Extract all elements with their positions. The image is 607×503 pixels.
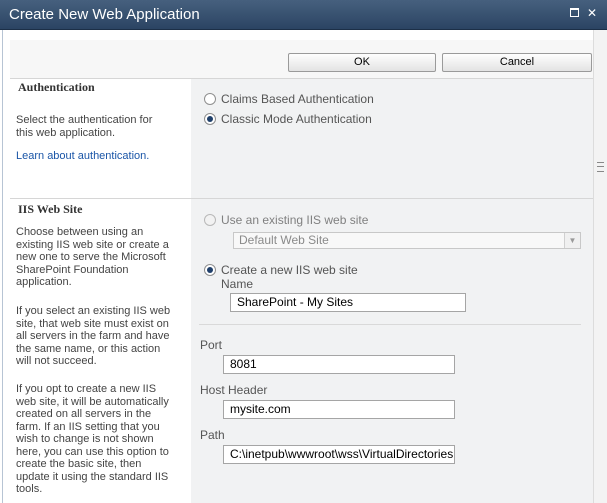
use-existing-site-radio[interactable] (204, 214, 216, 226)
claims-auth-label: Claims Based Authentication (221, 92, 374, 106)
existing-site-value: Default Web Site (239, 233, 329, 247)
learn-auth-link[interactable]: Learn about authentication. (16, 150, 149, 162)
field-separator (199, 324, 581, 325)
maximize-icon (569, 8, 579, 17)
iis-description-3: If you opt to create a new IIS web site,… (16, 383, 169, 495)
scrollbar-grip-icon[interactable] (597, 162, 604, 172)
classic-auth-option[interactable]: Classic Mode Authentication (204, 112, 372, 126)
classic-auth-radio[interactable] (204, 113, 216, 125)
claims-auth-option[interactable]: Claims Based Authentication (204, 92, 374, 106)
host-header-input[interactable]: mysite.com (223, 400, 455, 419)
use-existing-site-option[interactable]: Use an existing IIS web site (204, 213, 368, 227)
create-new-site-option[interactable]: Create a new IIS web site (204, 263, 358, 277)
iis-section-title: IIS Web Site (18, 202, 83, 216)
window-title: Create New Web Application (9, 6, 200, 23)
create-new-site-label: Create a new IIS web site (221, 263, 358, 277)
iis-description-1: Choose between using an existing IIS web… (16, 226, 169, 288)
auth-section-title: Authentication (18, 80, 95, 94)
name-label: Name (221, 277, 254, 291)
maximize-button[interactable] (567, 6, 581, 20)
auth-description-panel (10, 79, 191, 199)
close-icon: ✕ (586, 6, 598, 20)
path-input[interactable]: C:\inetpub\wwwroot\wss\VirtualDirectorie… (223, 445, 455, 464)
path-label: Path (200, 428, 225, 442)
use-existing-site-label: Use an existing IIS web site (221, 213, 369, 227)
auth-description: Select the authentication for this web a… (16, 114, 153, 139)
chevron-down-icon[interactable]: ▼ (564, 233, 580, 248)
port-input[interactable]: 8081 (223, 355, 455, 374)
classic-auth-label: Classic Mode Authentication (221, 112, 372, 126)
title-bar: Create New Web Application ✕ (0, 0, 607, 30)
vertical-scrollbar[interactable] (593, 30, 607, 503)
close-button[interactable]: ✕ (585, 6, 599, 20)
port-label: Port (200, 338, 223, 352)
claims-auth-radio[interactable] (204, 93, 216, 105)
cancel-button[interactable]: Cancel (442, 53, 592, 72)
host-header-label: Host Header (200, 383, 268, 397)
existing-site-select[interactable]: Default Web Site ▼ (233, 232, 581, 249)
create-new-site-radio[interactable] (204, 264, 216, 276)
ok-button[interactable]: OK (288, 53, 436, 72)
name-input[interactable]: SharePoint - My Sites (230, 293, 466, 312)
iis-description-2: If you select an existing IIS web site, … (16, 305, 171, 367)
